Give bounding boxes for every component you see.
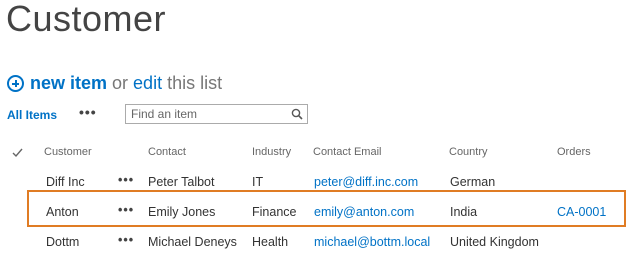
column-header-customer[interactable]: Customer <box>44 146 92 158</box>
customer-cell: Dottm <box>46 235 80 249</box>
country-cell: India <box>450 205 478 219</box>
contact-cell: Michael Deneys <box>148 235 237 249</box>
customer-cell: Diff Inc <box>46 175 85 189</box>
page-title: Customer <box>6 0 167 39</box>
row-more-button[interactable]: ••• <box>118 233 134 247</box>
contact-cell: Peter Talbot <box>148 175 215 189</box>
column-header-orders[interactable]: Orders <box>557 146 591 158</box>
industry-cell: Health <box>252 235 289 249</box>
new-item-bar: new item or edit this list <box>7 70 222 96</box>
customer-cell: Anton <box>46 205 79 219</box>
email-link[interactable]: michael@bottm.local <box>314 235 430 249</box>
view-toolbar: All Items ••• <box>7 104 327 126</box>
table-row[interactable]: Anton ••• Emily Jones Finance emily@anto… <box>0 200 638 224</box>
search-input[interactable] <box>126 105 281 123</box>
column-header-contact[interactable]: Contact <box>148 146 186 158</box>
email-link[interactable]: peter@diff.inc.com <box>314 175 418 189</box>
plus-circle-icon[interactable] <box>7 74 24 92</box>
all-items-view-link[interactable]: All Items <box>7 108 57 122</box>
search-icon[interactable] <box>291 108 303 120</box>
column-header-row: Customer Contact Industry Contact Email … <box>0 146 638 162</box>
contact-cell: Emily Jones <box>148 205 216 219</box>
column-header-contact-email[interactable]: Contact Email <box>313 146 381 158</box>
country-cell: German <box>450 175 496 189</box>
this-list-text: this list <box>167 72 223 93</box>
orders-link[interactable]: CA-0001 <box>557 205 606 219</box>
table-row[interactable]: Diff Inc ••• Peter Talbot IT peter@diff.… <box>0 170 638 194</box>
country-cell: United Kingdom <box>450 235 539 249</box>
new-item-link[interactable]: new item <box>30 73 107 94</box>
table-row[interactable]: Dottm ••• Michael Deneys Health michael@… <box>0 230 638 254</box>
column-header-industry[interactable]: Industry <box>252 146 291 158</box>
row-more-button[interactable]: ••• <box>118 203 134 217</box>
edit-link[interactable]: edit <box>133 73 162 94</box>
email-link[interactable]: emily@anton.com <box>314 205 414 219</box>
industry-cell: IT <box>252 175 264 189</box>
column-header-country[interactable]: Country <box>449 146 488 158</box>
view-more-button[interactable]: ••• <box>79 104 97 120</box>
checkmark-icon[interactable] <box>12 148 23 158</box>
search-box <box>125 104 308 124</box>
industry-cell: Finance <box>252 205 297 219</box>
or-text: or <box>112 72 129 93</box>
row-more-button[interactable]: ••• <box>118 173 134 187</box>
